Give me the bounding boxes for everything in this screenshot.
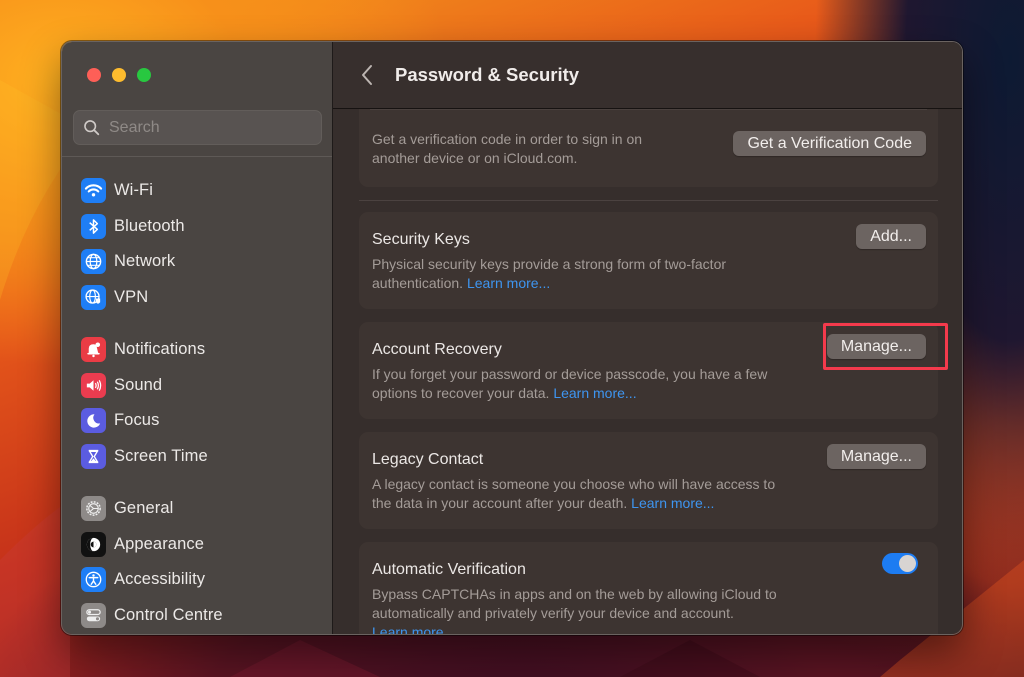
bluetooth-icon bbox=[81, 213, 106, 239]
account-recovery-title: Account Recovery bbox=[372, 341, 502, 358]
sidebar-item-general[interactable]: General bbox=[81, 491, 321, 527]
nav-group-network: Wi-Fi Bluetooth Network VPN bbox=[81, 173, 321, 315]
legacy-contact-learn-more-link[interactable]: Learn more... bbox=[631, 495, 714, 511]
globe-icon bbox=[81, 249, 106, 275]
search-icon bbox=[84, 119, 100, 135]
legacy-contact-description: A legacy contact is someone you choose w… bbox=[372, 476, 776, 511]
sidebar-item-appearance[interactable]: Appearance bbox=[81, 527, 321, 563]
vpn-globe-shield-icon bbox=[81, 284, 106, 310]
verification-code-description: Get a verification code in order to sign… bbox=[372, 131, 643, 166]
legacy-contact-manage-button[interactable]: Manage... bbox=[826, 444, 926, 469]
chevron-left-icon bbox=[362, 65, 372, 85]
sidebar-item-bluetooth[interactable]: Bluetooth bbox=[81, 209, 321, 245]
verification-code-card: Get a verification code in order to sign… bbox=[359, 109, 938, 187]
back-button[interactable] bbox=[357, 60, 377, 90]
sidebar-item-label: Notifications bbox=[114, 340, 206, 359]
sidebar-item-vpn[interactable]: VPN bbox=[81, 280, 321, 316]
appearance-icon bbox=[81, 531, 106, 557]
legacy-contact-title: Legacy Contact bbox=[372, 451, 484, 468]
automatic-verification-learn-more-link[interactable]: Learn more... bbox=[372, 624, 455, 634]
security-keys-description: Physical security keys provide a strong … bbox=[372, 256, 727, 291]
sidebar-divider bbox=[62, 156, 332, 157]
sidebar-search[interactable] bbox=[73, 110, 322, 145]
sidebar-item-label: Appearance bbox=[114, 534, 204, 553]
gear-icon bbox=[81, 496, 106, 522]
close-window-button[interactable] bbox=[87, 68, 101, 82]
moon-icon bbox=[81, 408, 106, 434]
sidebar-item-sound[interactable]: Sound bbox=[81, 368, 321, 404]
bell-icon bbox=[81, 337, 106, 363]
sidebar-item-label: Accessibility bbox=[114, 570, 206, 589]
speaker-icon bbox=[81, 372, 106, 398]
sidebar-item-label: Screen Time bbox=[114, 446, 208, 465]
sidebar-item-control-centre[interactable]: Control Centre bbox=[81, 598, 321, 634]
window-controls bbox=[87, 68, 151, 82]
sidebar-item-label: Network bbox=[114, 252, 176, 271]
nav-group-notifications: Notifications Sound Focus Screen Time bbox=[81, 332, 321, 474]
account-recovery-card: Account Recovery If you forget your pass… bbox=[359, 322, 948, 419]
legacy-contact-card: Legacy Contact A legacy contact is someo… bbox=[359, 432, 938, 529]
wifi-icon bbox=[81, 178, 106, 204]
automatic-verification-toggle[interactable] bbox=[882, 553, 918, 574]
sidebar-item-screen-time[interactable]: Screen Time bbox=[81, 439, 321, 475]
settings-window: Wi-Fi Bluetooth Network bbox=[61, 41, 963, 635]
automatic-verification-title: Automatic Verification bbox=[372, 561, 526, 578]
accessibility-icon bbox=[81, 567, 106, 593]
card-divider bbox=[370, 109, 927, 110]
sidebar-item-label: VPN bbox=[114, 287, 149, 306]
automatic-verification-card: Automatic Verification Bypass CAPTCHAs i… bbox=[359, 542, 938, 634]
title-bar: Password & Security bbox=[333, 42, 962, 109]
account-recovery-description: If you forget your password or device pa… bbox=[372, 366, 768, 401]
sidebar-nav: Wi-Fi Bluetooth Network VPN Notification… bbox=[81, 173, 321, 634]
section-separator bbox=[359, 200, 938, 201]
security-keys-card: Security Keys Physical security keys pro… bbox=[359, 212, 938, 309]
sidebar-item-label: Sound bbox=[114, 375, 163, 394]
main-pane: Password & Security Get a verification c… bbox=[333, 42, 962, 634]
get-verification-code-button[interactable]: Get a Verification Code bbox=[733, 131, 926, 156]
sidebar-item-label: Bluetooth bbox=[114, 216, 185, 235]
sidebar-item-wifi[interactable]: Wi-Fi bbox=[81, 173, 321, 209]
sidebar-item-label: Wi-Fi bbox=[114, 181, 153, 200]
account-recovery-manage-button[interactable]: Manage... bbox=[826, 334, 926, 359]
hourglass-icon bbox=[81, 443, 106, 469]
security-keys-title: Security Keys bbox=[372, 231, 470, 248]
sidebar-item-label: Focus bbox=[114, 411, 160, 430]
maximize-window-button[interactable] bbox=[137, 68, 151, 82]
sidebar: Wi-Fi Bluetooth Network bbox=[62, 42, 333, 634]
sidebar-item-notifications[interactable]: Notifications bbox=[81, 332, 321, 368]
settings-content: Get a verification code in order to sign… bbox=[359, 109, 948, 634]
account-recovery-learn-more-link[interactable]: Learn more... bbox=[553, 385, 636, 401]
add-security-key-button[interactable]: Add... bbox=[856, 224, 926, 249]
sidebar-item-label: General bbox=[114, 499, 174, 518]
toggles-icon bbox=[81, 602, 106, 628]
automatic-verification-description: Bypass CAPTCHAs in apps and on the web b… bbox=[372, 585, 792, 634]
toggle-knob bbox=[899, 555, 916, 572]
nav-group-system: General Appearance Accessibility Control… bbox=[81, 491, 321, 633]
security-keys-learn-more-link[interactable]: Learn more... bbox=[467, 275, 550, 291]
sidebar-item-label: Control Centre bbox=[114, 605, 223, 624]
sidebar-item-focus[interactable]: Focus bbox=[81, 403, 321, 439]
search-input[interactable] bbox=[109, 118, 309, 137]
page-title: Password & Security bbox=[395, 64, 580, 85]
minimize-window-button[interactable] bbox=[112, 68, 126, 82]
sidebar-item-network[interactable]: Network bbox=[81, 244, 321, 280]
sidebar-item-accessibility[interactable]: Accessibility bbox=[81, 562, 321, 598]
